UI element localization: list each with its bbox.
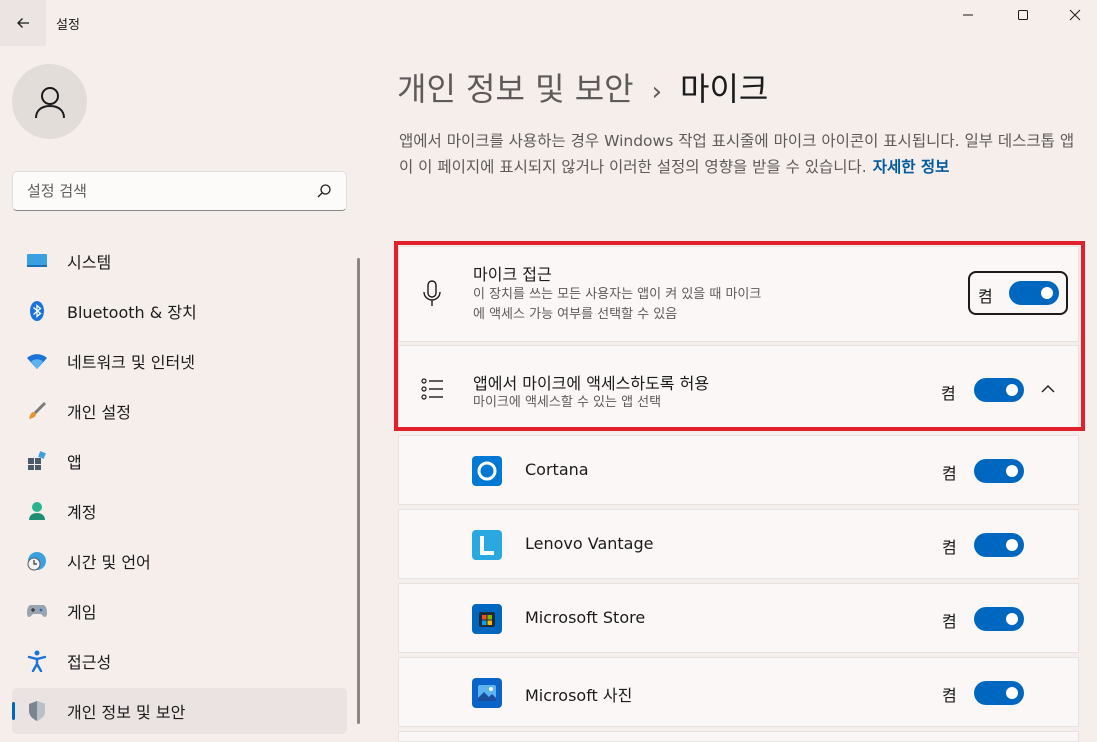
- breadcrumb: 개인 정보 및 보안 › 마이크: [397, 64, 768, 110]
- sidebar-item-apps[interactable]: 앱: [12, 438, 347, 484]
- app-row-microsoft-store: Microsoft Store 켬: [398, 583, 1079, 653]
- maximize-button[interactable]: [996, 0, 1050, 30]
- microsoft-store-toggle[interactable]: [974, 607, 1024, 631]
- microsoft-store-icon: [472, 604, 502, 634]
- sidebar-item-label: 시간 및 언어: [67, 553, 151, 572]
- toggle-knob: [1006, 613, 1018, 625]
- back-arrow-icon: [17, 18, 29, 28]
- accessibility-icon: [26, 650, 48, 672]
- sidebar-item-label: 게임: [67, 603, 97, 622]
- lenovo-vantage-icon: [472, 530, 502, 560]
- title-bar: 설정: [0, 0, 1097, 46]
- account-icon: [26, 500, 48, 522]
- avatar[interactable]: [12, 64, 87, 139]
- page-description: 앱에서 마이크를 사용하는 경우 Windows 작업 표시줄에 마이크 아이콘…: [399, 128, 1079, 180]
- search-box[interactable]: [12, 171, 347, 211]
- app-row-cortana: Cortana 켬: [398, 435, 1079, 505]
- app-row-microsoft-photos: Microsoft 사진 켬: [398, 657, 1079, 727]
- sidebar-item-system[interactable]: 시스템: [12, 238, 347, 284]
- breadcrumb-separator: ›: [651, 77, 663, 107]
- sidebar-item-gaming[interactable]: 게임: [12, 588, 347, 634]
- toggle-knob: [1006, 465, 1018, 477]
- sidebar-item-personalization[interactable]: 개인 설정: [12, 388, 347, 434]
- toggle-knob: [1006, 687, 1018, 699]
- sidebar-item-time-language[interactable]: 시간 및 언어: [12, 538, 347, 584]
- app-state: 켬: [942, 686, 957, 705]
- cortana-icon: [472, 456, 502, 486]
- sidebar-item-accounts[interactable]: 계정: [12, 488, 347, 534]
- description-text: 앱에서 마이크를 사용하는 경우 Windows 작업 표시줄에 마이크 아이콘…: [399, 132, 1075, 176]
- lenovo-vantage-toggle[interactable]: [974, 533, 1024, 557]
- learn-more-link[interactable]: 자세한 정보: [873, 158, 950, 176]
- app-state: 켬: [942, 464, 957, 483]
- app-row-lenovo-vantage: Lenovo Vantage 켬: [398, 509, 1079, 579]
- photos-icon: [472, 678, 502, 708]
- sidebar-item-label: 계정: [67, 503, 97, 522]
- close-button[interactable]: [1052, 0, 1097, 30]
- sidebar-item-network[interactable]: 네트워크 및 인터넷: [12, 338, 347, 384]
- back-button[interactable]: [0, 0, 46, 46]
- maximize-icon: [1018, 10, 1028, 20]
- system-icon: [26, 250, 48, 272]
- sidebar-item-privacy-security[interactable]: 개인 정보 및 보안: [12, 688, 347, 734]
- sidebar-item-label: 앱: [67, 453, 82, 472]
- time-language-icon: [26, 550, 48, 572]
- highlight-box: [394, 241, 1085, 431]
- app-state: 켬: [942, 538, 957, 557]
- sidebar-nav: 시스템 Bluetooth & 장치 네트워크 및 인터넷 개인 설정 앱 계정: [12, 238, 347, 738]
- toggle-knob: [1006, 539, 1018, 551]
- apps-icon: [26, 450, 48, 472]
- app-state: 켬: [942, 612, 957, 631]
- minimize-button[interactable]: [941, 0, 995, 30]
- sidebar-item-bluetooth[interactable]: Bluetooth & 장치: [12, 288, 347, 334]
- user-icon: [34, 86, 65, 118]
- app-name: Microsoft 사진: [525, 686, 633, 705]
- app-title: 설정: [56, 18, 80, 33]
- sidebar-item-label: Bluetooth & 장치: [67, 303, 197, 322]
- wifi-icon: [26, 350, 48, 372]
- bluetooth-icon: [26, 300, 48, 322]
- app-row-partial: [398, 731, 1079, 742]
- app-name: Lenovo Vantage: [525, 534, 654, 553]
- sidebar-item-accessibility[interactable]: 접근성: [12, 638, 347, 684]
- sidebar-item-label: 개인 정보 및 보안: [67, 703, 186, 722]
- minimize-icon: [963, 14, 973, 16]
- sidebar-item-label: 개인 설정: [67, 403, 131, 422]
- sidebar-scrollbar[interactable]: [357, 258, 360, 724]
- sidebar-item-label: 시스템: [67, 253, 112, 272]
- page-title: 마이크: [680, 70, 769, 108]
- breadcrumb-parent[interactable]: 개인 정보 및 보안: [397, 70, 634, 108]
- brush-icon: [26, 400, 48, 422]
- search-icon[interactable]: [316, 183, 332, 199]
- sidebar-item-label: 네트워크 및 인터넷: [67, 353, 195, 372]
- shield-icon: [26, 700, 48, 722]
- close-icon: [1069, 9, 1080, 21]
- sidebar-item-label: 접근성: [67, 653, 112, 672]
- gaming-icon: [26, 600, 48, 622]
- app-name: Cortana: [525, 460, 589, 479]
- search-input[interactable]: [27, 172, 307, 210]
- app-name: Microsoft Store: [525, 608, 646, 627]
- microsoft-photos-toggle[interactable]: [974, 681, 1024, 705]
- cortana-toggle[interactable]: [974, 459, 1024, 483]
